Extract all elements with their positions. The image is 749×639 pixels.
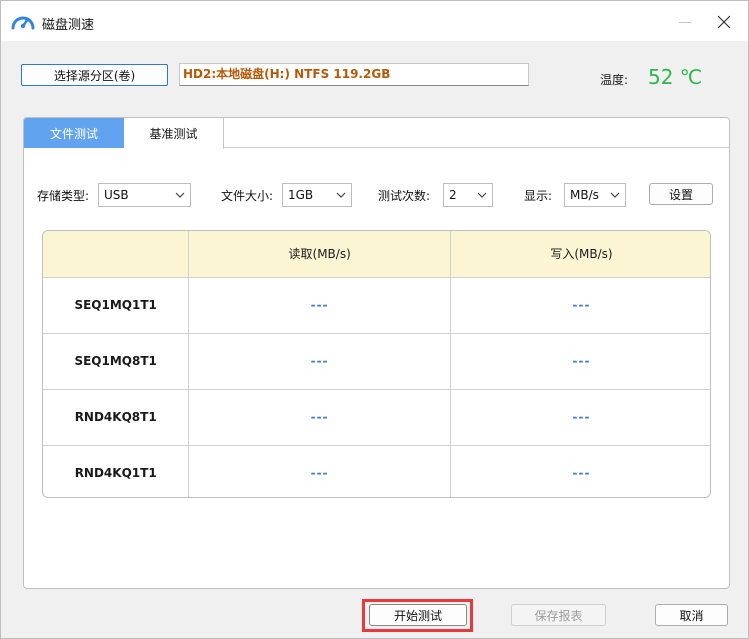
file-size-label: 文件大小: — [221, 189, 274, 203]
tab-file-test[interactable]: 文件测试 — [24, 118, 124, 148]
table-row: RND4KQ8T1 --- --- — [43, 388, 710, 446]
test-count-label: 测试次数: — [378, 189, 431, 203]
temperature-value: 52 ℃ — [648, 65, 703, 89]
chevron-down-icon — [610, 192, 620, 198]
source-disk-field[interactable]: HD2:本地磁盘(H:) NTFS 119.2GB — [179, 63, 529, 86]
table-header-cell — [43, 231, 190, 278]
table-header-read: 读取(MB/s) — [188, 231, 451, 278]
write-value-cell: --- — [572, 466, 591, 481]
tab-bar: 文件测试 基准测试 — [24, 118, 730, 149]
test-name-cell: RND4KQ8T1 — [43, 388, 190, 446]
tab-benchmark-test[interactable]: 基准测试 — [124, 118, 224, 149]
file-size-select[interactable]: 1GB — [282, 183, 352, 207]
test-name-cell: RND4KQ1T1 — [43, 444, 190, 497]
save-report-button[interactable]: 保存报表 — [511, 604, 606, 626]
test-count-select[interactable]: 2 — [443, 183, 493, 207]
minimize-button[interactable] — [671, 9, 701, 35]
close-icon — [717, 15, 731, 29]
titlebar: 磁盘测速 — [1, 1, 748, 41]
test-name-cell: SEQ1MQ1T1 — [43, 276, 190, 334]
read-value-cell: --- — [310, 410, 329, 424]
temperature-label: 温度: — [600, 73, 629, 87]
write-value-cell: --- — [572, 410, 591, 424]
minimize-icon — [679, 22, 691, 23]
table-row: RND4KQ1T1 --- --- — [43, 444, 710, 497]
file-size-value: 1GB — [288, 188, 314, 202]
test-count-value: 2 — [449, 188, 457, 202]
select-source-partition-button[interactable]: 选择源分区(卷) — [21, 64, 168, 86]
read-value-cell: --- — [310, 354, 329, 368]
settings-button[interactable]: 设置 — [649, 183, 713, 205]
table-header-row: 读取(MB/s) 写入(MB/s) — [43, 231, 710, 278]
chevron-down-icon — [175, 192, 185, 198]
read-value-cell: --- — [310, 466, 329, 481]
close-button[interactable] — [709, 9, 739, 35]
display-label: 显示: — [524, 189, 553, 203]
display-unit-value: MB/s — [570, 188, 599, 202]
read-value-cell: --- — [310, 298, 329, 312]
storage-type-label: 存储类型: — [37, 189, 90, 203]
start-test-button[interactable]: 开始测试 — [369, 604, 467, 626]
window-title: 磁盘测速 — [42, 18, 95, 33]
chevron-down-icon — [336, 192, 346, 198]
table-header-write: 写入(MB/s) — [449, 231, 710, 278]
test-name-cell: SEQ1MQ8T1 — [43, 332, 190, 390]
display-unit-select[interactable]: MB/s — [564, 183, 626, 207]
results-table: 读取(MB/s) 写入(MB/s) SEQ1MQ1T1 --- --- SEQ1… — [42, 230, 711, 498]
table-row: SEQ1MQ1T1 --- --- — [43, 276, 710, 334]
disk-speed-window: 磁盘测速 选择源分区(卷) HD2:本地磁盘(H:) NTFS 119.2GB … — [0, 0, 749, 639]
write-value-cell: --- — [572, 354, 591, 368]
cancel-button[interactable]: 取消 — [655, 604, 728, 626]
storage-type-value: USB — [104, 188, 129, 202]
speedometer-icon — [11, 16, 35, 30]
write-value-cell: --- — [572, 298, 591, 312]
table-row: SEQ1MQ8T1 --- --- — [43, 332, 710, 390]
chevron-down-icon — [477, 192, 487, 198]
storage-type-select[interactable]: USB — [98, 183, 191, 207]
